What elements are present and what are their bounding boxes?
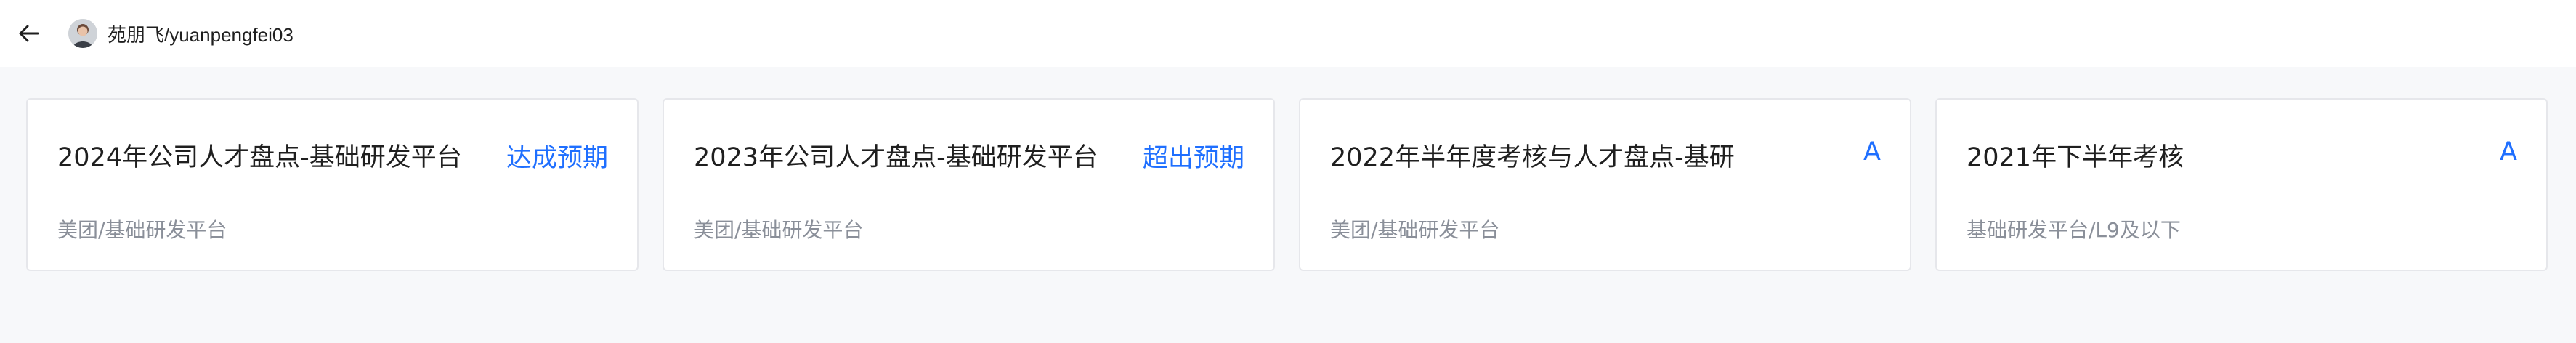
user-name: 苑朋飞/yuanpengfei03 [108,23,293,46]
card-rating: A [1863,137,1881,166]
top-bar: 苑朋飞/yuanpengfei03 [0,0,2576,67]
card-subtitle: 基础研发平台/L9及以下 [1967,218,2181,242]
review-card-2023[interactable]: 2023年公司人才盘点-基础研发平台 超出预期 美团/基础研发平台 [663,98,1275,271]
card-rating: A [2500,137,2517,166]
card-subtitle: 美团/基础研发平台 [694,218,864,242]
card-subtitle: 美团/基础研发平台 [57,218,227,242]
avatar[interactable] [68,19,97,48]
back-button[interactable] [16,20,42,47]
review-card-2022[interactable]: 2022年半年度考核与人才盘点-基研 A 美团/基础研发平台 [1299,98,1911,271]
main-content: 2024年公司人才盘点-基础研发平台 达成预期 美团/基础研发平台 2023年公… [0,67,2576,343]
card-title: 2024年公司人才盘点-基础研发平台 [57,143,462,172]
card-title: 2023年公司人才盘点-基础研发平台 [694,143,1098,172]
card-subtitle: 美团/基础研发平台 [1330,218,1500,242]
card-rating: 达成预期 [506,144,608,173]
review-card-2021[interactable]: 2021年下半年考核 A 基础研发平台/L9及以下 [1935,98,2548,271]
card-title: 2021年下半年考核 [1967,143,2184,172]
arrow-left-icon [19,25,39,42]
review-card-2024[interactable]: 2024年公司人才盘点-基础研发平台 达成预期 美团/基础研发平台 [26,98,639,271]
card-rating: 超出预期 [1142,144,1244,173]
card-title: 2022年半年度考核与人才盘点-基研 [1330,143,1735,172]
